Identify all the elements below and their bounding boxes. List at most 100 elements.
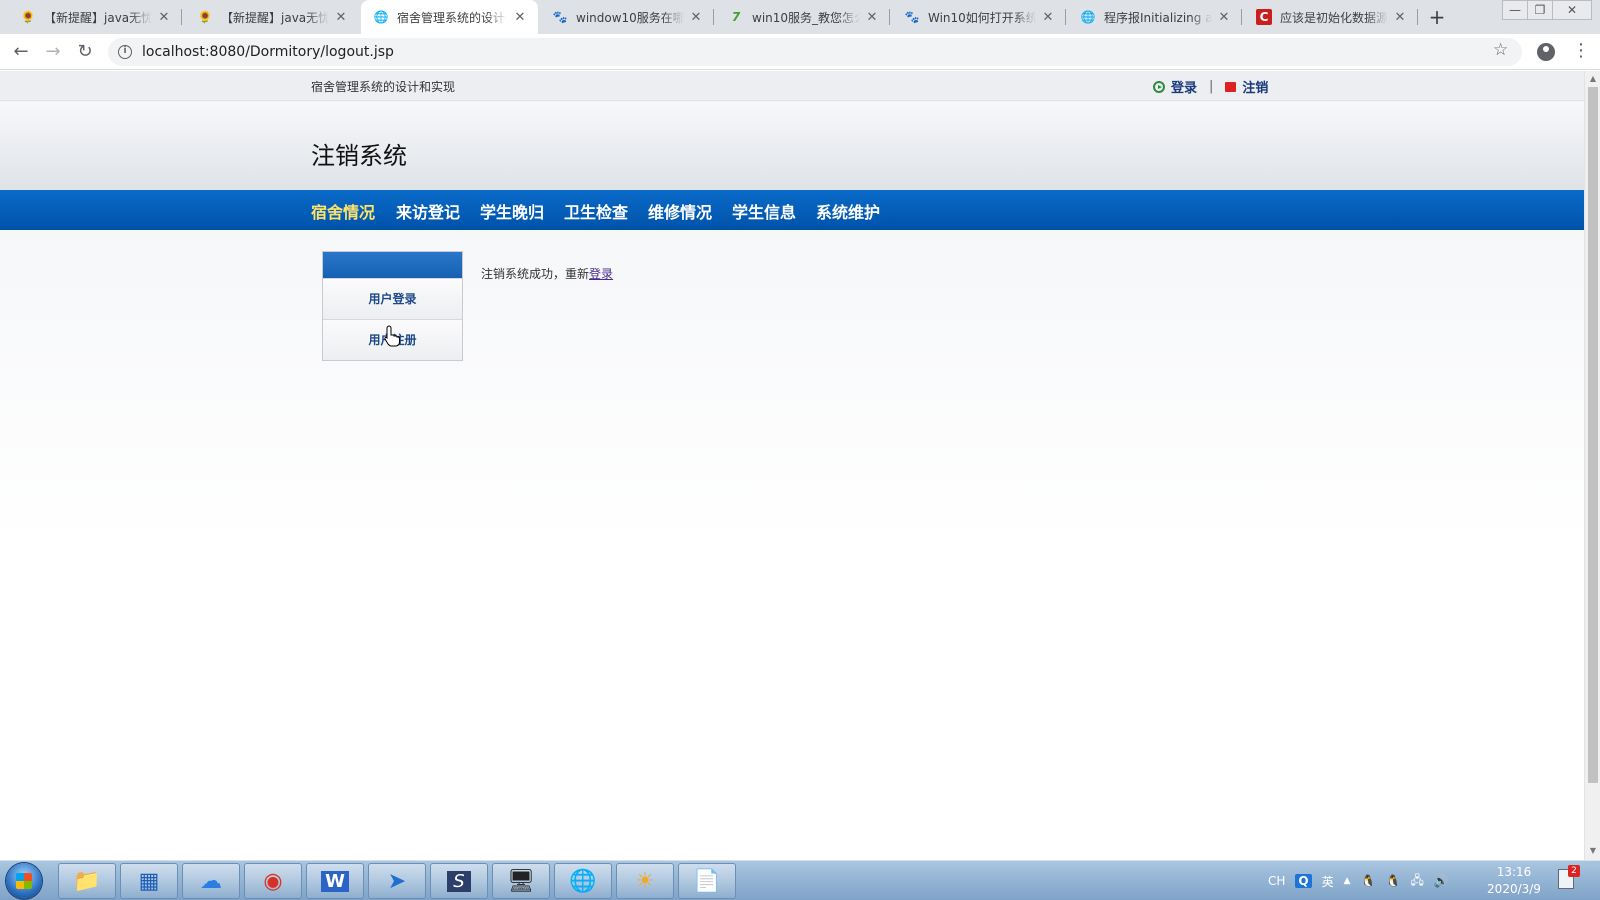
reload-button[interactable]: ↻ [73, 40, 97, 64]
qq-penguin-icon[interactable]: 🐧 [1386, 874, 1401, 888]
taskbar-network[interactable]: 🌐 [554, 863, 612, 899]
login-icon [1153, 80, 1165, 93]
page-title: 注销系统 [311, 142, 407, 170]
eclipse-icon: S [447, 870, 471, 892]
minimize-button[interactable]: — [1502, 0, 1528, 20]
sunflower-icon: 🌻 [197, 10, 213, 24]
globe-icon: 🌐 [569, 868, 597, 894]
forward-button[interactable]: → [41, 40, 65, 64]
account-avatar-icon[interactable] [1537, 43, 1555, 61]
chrome-icon: ◉ [263, 868, 283, 894]
site-info-icon[interactable]: i [118, 45, 132, 59]
tab-title: 应该是初始化数据源 [1280, 10, 1388, 25]
clock-time: 13:16 [1496, 865, 1532, 879]
scroll-up-arrow[interactable]: ▲ [1585, 72, 1600, 86]
taskbar-chrome[interactable]: ◉ [244, 863, 302, 899]
logout-message: 注销系统成功，重新登录 [481, 265, 613, 282]
qq-pinyin-icon[interactable]: Q [1295, 874, 1312, 888]
logout-message-text: 注销系统成功，重新 [481, 267, 590, 281]
notification-count-badge: 2 [1568, 865, 1580, 877]
ime-code[interactable]: CH [1268, 874, 1285, 888]
browser-tab-2[interactable]: 🌻 【新提醒】java无忧 ✕ [185, 0, 359, 34]
address-url: localhost:8080/Dormitory/logout.jsp [142, 44, 394, 60]
close-icon[interactable]: ✕ [1216, 10, 1232, 25]
top-login-link[interactable]: 登录 [1171, 77, 1197, 96]
close-icon[interactable]: ✕ [1392, 10, 1408, 25]
computer-icon: 🖥 [507, 868, 535, 894]
close-icon[interactable]: ✕ [512, 10, 528, 25]
header-band: 注销系统 [0, 102, 1584, 190]
taskbar-clock[interactable]: 13:16 2020/3/9 [1478, 864, 1550, 898]
taskbar-baidu-netdisk[interactable]: ☁ [182, 863, 240, 899]
tab-title: 【新提醒】java无忧 [44, 10, 152, 25]
nav-item-student-info[interactable]: 学生信息 [732, 199, 796, 223]
maximize-button[interactable]: ❐ [1527, 0, 1553, 20]
system-tray: CH Q 英 ▲ 🐧 🐧 🖧 🔊 [1268, 861, 1459, 900]
close-icon[interactable]: ✕ [333, 10, 349, 25]
scroll-down-arrow[interactable]: ▼ [1585, 844, 1600, 858]
bookmark-star-icon[interactable]: ☆ [1493, 40, 1508, 60]
browser-tab-7[interactable]: 🌐 程序报Initializing a ✕ [1068, 0, 1242, 34]
nav-item-late-return[interactable]: 学生晚归 [480, 199, 544, 223]
paw-icon: 🐾 [904, 10, 920, 24]
taskbar-computer[interactable]: 🖥 [492, 863, 550, 899]
start-button[interactable] [6, 863, 42, 899]
nav-item-repairs[interactable]: 维修情况 [648, 199, 712, 223]
globe-icon: 🌐 [1080, 10, 1096, 24]
folder-icon: 📁 [73, 868, 101, 894]
network-icon[interactable]: 🖧 [1410, 871, 1423, 892]
close-icon[interactable]: ✕ [864, 10, 880, 25]
nav-item-dorm-status[interactable]: 宿舍情况 [311, 199, 375, 223]
taskbar-media-player[interactable]: ☀ [616, 863, 674, 899]
browser-tab-4[interactable]: 🐾 window10服务在哪 ✕ [540, 0, 714, 34]
relogin-link[interactable]: 登录 [589, 267, 613, 281]
qq-penguin-icon[interactable]: 🐧 [1361, 874, 1376, 888]
cloud-icon: ☁ [200, 868, 222, 894]
close-icon[interactable]: ✕ [156, 10, 172, 25]
sidebar-item-user-login[interactable]: 用户登录 [323, 278, 462, 319]
nav-item-visitor-registration[interactable]: 来访登记 [396, 199, 460, 223]
taskbar-file-explorer[interactable]: 📁 [58, 863, 116, 899]
browser-tab-6[interactable]: 🐾 Win10如何打开系统 ✕ [892, 0, 1066, 34]
tray-expand-icon[interactable]: ▲ [1344, 876, 1351, 886]
browser-tab-strip: 🌻 【新提醒】java无忧 ✕ 🌻 【新提醒】java无忧 ✕ 🌐 宿舍管理系统… [0, 0, 1600, 34]
paper-plane-icon: ➤ [387, 868, 407, 894]
scroll-thumb[interactable] [1588, 87, 1598, 783]
tab-title: Win10如何打开系统 [928, 10, 1036, 25]
nav-item-hygiene-check[interactable]: 卫生检查 [564, 199, 628, 223]
hand-cursor-icon [384, 325, 400, 347]
seven-logo-icon: 7 [731, 10, 741, 24]
browser-tab-8[interactable]: C 应该是初始化数据源 ✕ [1244, 0, 1418, 34]
page-scrollbar[interactable]: ▲ ▼ [1584, 71, 1600, 860]
browser-tab-3-active[interactable]: 🌐 宿舍管理系统的设计 ✕ [361, 0, 538, 34]
new-tab-button[interactable]: + [1425, 5, 1449, 29]
address-bar[interactable]: i localhost:8080/Dormitory/logout.jsp [108, 38, 1522, 66]
taskbar-notepad[interactable]: 📄 [678, 863, 736, 899]
taskbar-feishu[interactable]: ➤ [368, 863, 426, 899]
top-links: 登录 | 注销 [1153, 77, 1268, 96]
taskbar-eclipse[interactable]: S [430, 863, 488, 899]
browser-tab-1[interactable]: 🌻 【新提醒】java无忧 ✕ [8, 0, 182, 34]
volume-icon[interactable]: 🔊 [1434, 874, 1449, 888]
app-grid-icon: ▦ [138, 868, 160, 894]
ime-mode[interactable]: 英 [1322, 873, 1334, 890]
sunflower-icon: 🌻 [20, 10, 36, 24]
clock-date: 2020/3/9 [1487, 882, 1541, 896]
taskbar-wps-writer[interactable]: W [306, 863, 364, 899]
csdn-logo-icon: C [1256, 9, 1272, 25]
taskbar-app-grid[interactable]: ▦ [120, 863, 178, 899]
notepad-icon: 📄 [693, 868, 721, 894]
top-logout-link[interactable]: 注销 [1242, 77, 1268, 96]
window-close-button[interactable]: ✕ [1552, 0, 1592, 20]
close-icon[interactable]: ✕ [688, 10, 704, 25]
sun-icon: ☀ [635, 868, 655, 894]
browser-toolbar: ← → ↻ i localhost:8080/Dormitory/logout.… [0, 34, 1600, 70]
browser-tab-5[interactable]: 7 win10服务_教您怎么 ✕ [716, 0, 890, 34]
close-icon[interactable]: ✕ [1040, 10, 1056, 25]
tab-title: 宿舍管理系统的设计 [397, 10, 506, 25]
back-button[interactable]: ← [9, 40, 33, 64]
logout-icon [1225, 81, 1237, 92]
tab-title: 程序报Initializing a [1104, 10, 1212, 25]
browser-menu-icon[interactable]: ⋮ [1572, 40, 1590, 61]
nav-item-system-maintenance[interactable]: 系统维护 [816, 199, 880, 223]
